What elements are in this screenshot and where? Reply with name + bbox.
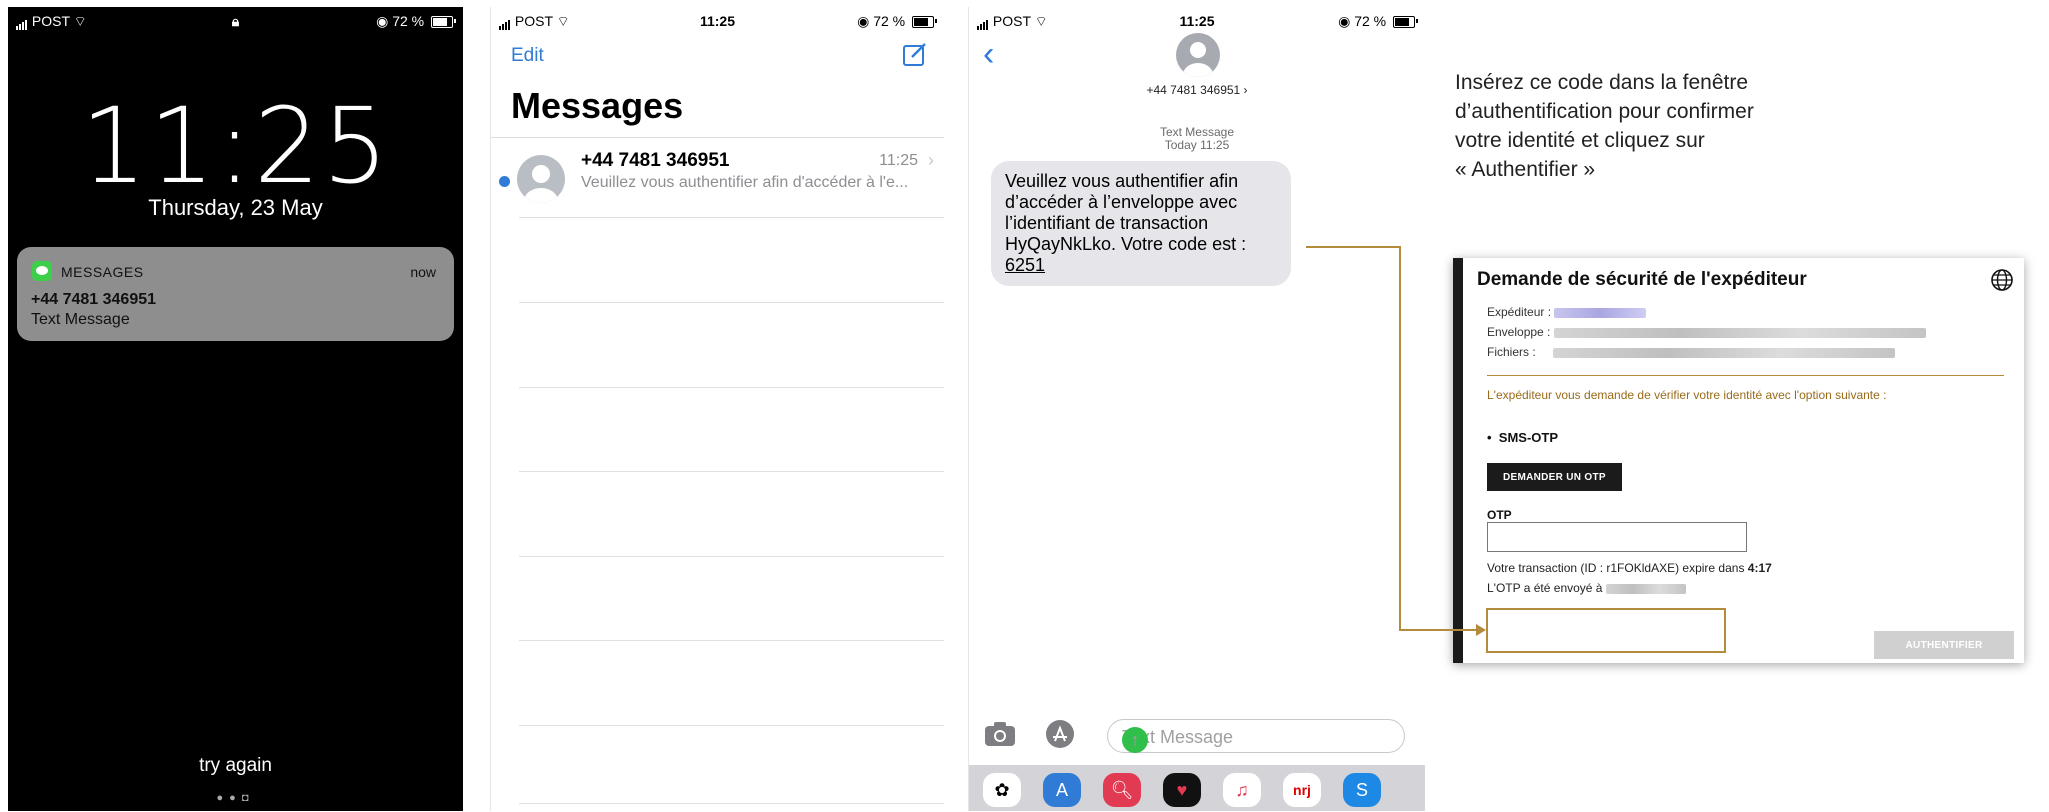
connector-arrow xyxy=(1306,246,1486,636)
